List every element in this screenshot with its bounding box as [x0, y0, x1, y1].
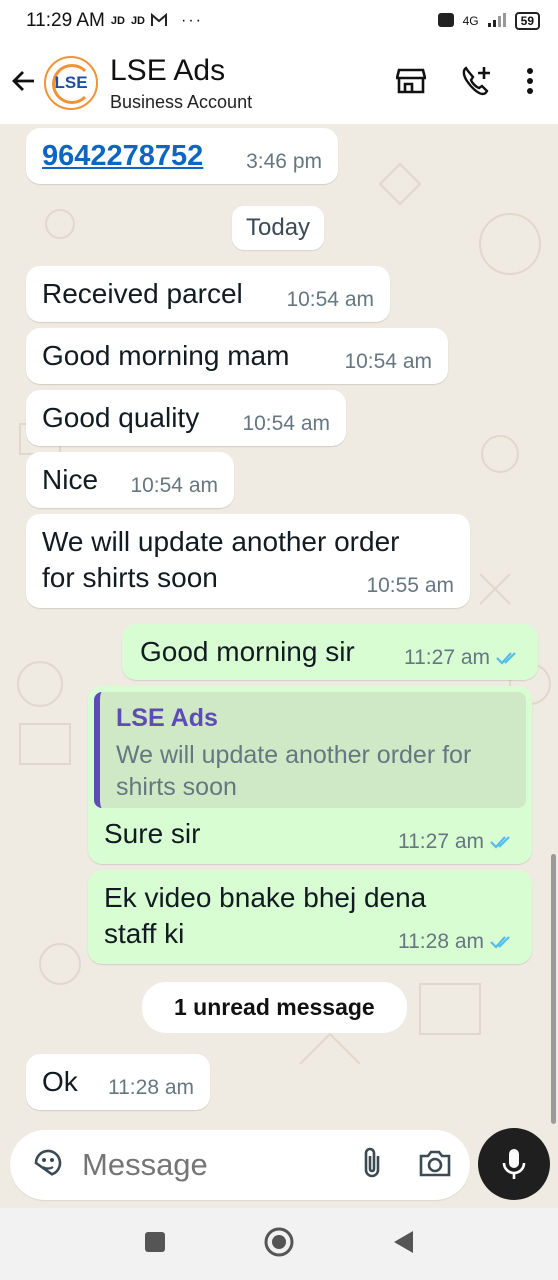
quote-text-line1: We will update another order for: [116, 741, 472, 769]
message-text: Ok: [42, 1066, 78, 1097]
message-time: 10:54 am: [130, 474, 218, 497]
mail-icon: [151, 12, 167, 30]
add-call-icon[interactable]: [460, 65, 492, 102]
message-text-line1: Ek video bnake bhej dena: [104, 882, 427, 913]
message-input[interactable]: [82, 1147, 332, 1183]
message-text: Sure sir: [104, 818, 201, 849]
message-time: 10:55 am: [366, 574, 454, 597]
contact-info[interactable]: LSE Ads Business Account: [110, 54, 252, 113]
message-text: Good quality: [42, 402, 200, 433]
sticker-icon[interactable]: [32, 1147, 64, 1184]
recents-button[interactable]: [143, 1230, 167, 1259]
message-composer: [10, 1130, 470, 1200]
message-bubble-incoming[interactable]: Good quality 10:54 am: [26, 390, 346, 446]
message-bubble-outgoing[interactable]: LSE Ads We will update another order for…: [88, 686, 532, 864]
message-text-line2: staff ki: [104, 918, 185, 949]
quote-text-line2: shirts soon: [116, 773, 237, 801]
triangle-back-icon: [394, 1230, 413, 1253]
double-check-icon: [490, 936, 510, 949]
message-text: Good morning sir: [140, 636, 355, 667]
message-bubble-incoming[interactable]: Received parcel 10:54 am: [26, 266, 390, 322]
mic-icon: [502, 1149, 526, 1179]
status-bar: 11:29 AM JD JD ··· 4G 59: [0, 0, 558, 42]
back-nav-button[interactable]: [391, 1229, 415, 1260]
quoted-message[interactable]: LSE Ads We will update another order for…: [94, 692, 526, 808]
message-time: 11:27 am: [398, 830, 516, 854]
message-time: 10:54 am: [242, 412, 330, 435]
message-bubble-incoming[interactable]: 9642278752 3:46 pm: [26, 128, 338, 184]
arrow-left-icon: [12, 70, 34, 91]
message-text-line1: We will update another order: [42, 526, 400, 557]
double-check-icon: [496, 652, 516, 665]
overflow-dots: ···: [181, 12, 203, 29]
chat-area[interactable]: 9642278752 3:46 pm Today Received parcel…: [0, 124, 558, 1126]
message-time: 3:46 pm: [246, 150, 322, 173]
date-separator: Today: [232, 206, 325, 250]
message-time: 11:27 am: [404, 646, 522, 670]
quote-author: LSE Ads: [116, 704, 218, 732]
message-bubble-incoming[interactable]: We will update another order for shirts …: [26, 514, 470, 608]
storefront-icon[interactable]: [395, 66, 427, 101]
unread-messages-banner: 1 unread message: [142, 982, 407, 1033]
carrier-2: JD: [130, 15, 145, 27]
message-bubble-incoming[interactable]: Nice 10:54 am: [26, 452, 234, 508]
double-check-icon: [490, 836, 510, 849]
avatar[interactable]: LSE: [44, 56, 98, 110]
message-text: Received parcel: [42, 278, 243, 309]
paperclip-icon[interactable]: [360, 1146, 384, 1185]
phone-link[interactable]: 9642278752: [42, 140, 203, 173]
volte-icon: [437, 12, 455, 31]
message-time: 10:54 am: [344, 350, 432, 373]
mic-button[interactable]: [478, 1128, 550, 1200]
message-bubble-outgoing[interactable]: Good morning sir 11:27 am: [122, 624, 538, 680]
carrier-1: JD: [110, 15, 125, 27]
home-button[interactable]: [263, 1226, 295, 1263]
message-text: Good morning mam: [42, 340, 290, 371]
signal-icon: [487, 12, 507, 31]
status-time: 11:29 AM: [26, 10, 105, 31]
chat-header: LSE LSE Ads Business Account: [0, 42, 558, 124]
avatar-text: LSE: [54, 73, 88, 92]
message-text-line2: for shirts soon: [42, 562, 218, 593]
message-time: 10:54 am: [286, 288, 374, 311]
contact-subtitle: Business Account: [110, 91, 253, 112]
message-text: Nice: [42, 464, 99, 495]
message-bubble-incoming[interactable]: Ok 11:28 am: [26, 1054, 210, 1110]
square-icon: [145, 1231, 165, 1252]
message-time: 11:28 am: [108, 1076, 194, 1099]
message-bubble-incoming[interactable]: Good morning mam 10:54 am: [26, 328, 448, 384]
circle-icon: [264, 1227, 294, 1256]
back-button[interactable]: [0, 67, 44, 100]
contact-name: LSE Ads: [110, 53, 226, 87]
more-vert-icon[interactable]: [526, 67, 534, 100]
camera-icon[interactable]: [418, 1148, 452, 1183]
chat-scrollbar[interactable]: [551, 854, 556, 1124]
message-bubble-outgoing[interactable]: Ek video bnake bhej dena staff ki 11:28 …: [88, 870, 532, 964]
battery-indicator: 59: [514, 12, 540, 30]
network-type: 4G: [462, 14, 479, 28]
system-nav-bar: [0, 1208, 558, 1280]
message-time: 11:28 am: [398, 930, 516, 954]
